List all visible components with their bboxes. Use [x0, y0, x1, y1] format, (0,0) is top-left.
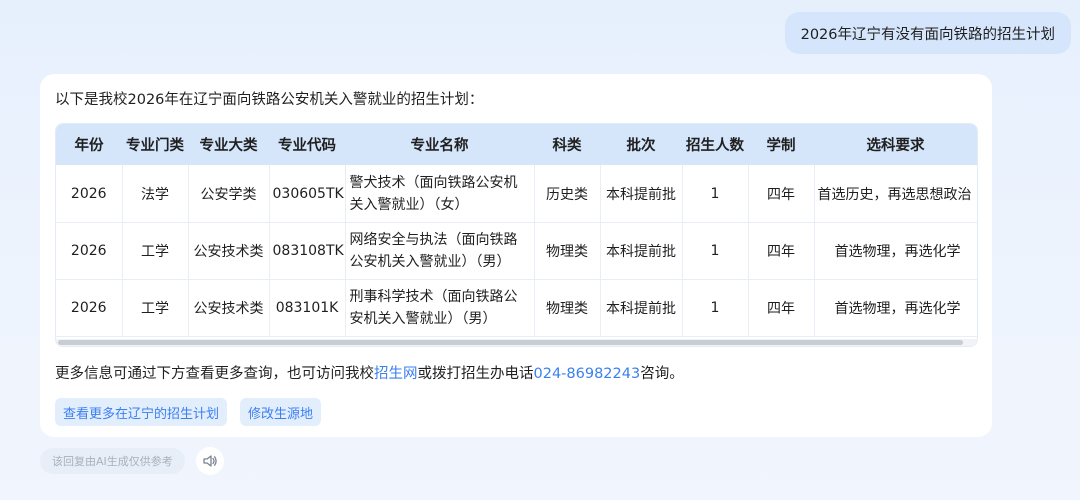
user-message-bubble: 2026年辽宁有没有面向铁路的招生计划	[784, 12, 1071, 54]
cell-major: 网络安全与执法（面向铁路公安机关入警就业）（男）	[345, 222, 535, 280]
cell-discipline: 工学	[122, 222, 189, 280]
header-subject-type: 科类	[534, 124, 600, 165]
table-row: 2026 工学 公安技术类 083101K 刑事科学技术（面向铁路公安机关入警就…	[56, 279, 977, 337]
cell-category: 公安技术类	[188, 222, 270, 280]
info-suffix: 咨询。	[640, 366, 684, 382]
change-origin-label: 修改生源地	[248, 406, 314, 422]
cell-year: 2026	[56, 279, 123, 337]
phone-link[interactable]: 024-86982243	[534, 366, 641, 382]
header-batch: 批次	[600, 124, 682, 165]
admissions-site-link[interactable]: 招生网	[374, 366, 418, 382]
header-category: 专业大类	[188, 124, 269, 165]
cell-code: 030605TK	[269, 165, 346, 223]
cell-major: 警犬技术（面向铁路公安机关入警就业）（女）	[345, 165, 535, 223]
ai-disclaimer-badge: 该回复由AI生成仅供参考	[40, 448, 185, 474]
table-row: 2026 法学 公安学类 030605TK 警犬技术（面向铁路公安机关入警就业）…	[56, 165, 977, 223]
read-aloud-button[interactable]	[196, 447, 224, 475]
cell-subject-req: 首选物理，再选化学	[814, 279, 977, 337]
cell-subject-type: 物理类	[534, 279, 601, 337]
header-year: 年份	[56, 124, 122, 165]
cell-quota: 1	[682, 279, 749, 337]
view-more-plans-label: 查看更多在辽宁的招生计划	[63, 406, 220, 422]
enrollment-table-container: 年份 专业门类 专业大类 专业代码 专业名称 科类 批次 招生人数 学制 选科要…	[55, 123, 978, 347]
header-subject-req: 选科要求	[814, 124, 977, 165]
cell-subject-type: 历史类	[534, 165, 601, 223]
cell-batch: 本科提前批	[600, 165, 683, 223]
enrollment-table: 年份 专业门类 专业大类 专业代码 专业名称 科类 批次 招生人数 学制 选科要…	[56, 124, 977, 337]
answer-card: 以下是我校2026年在辽宁面向铁路公安机关入警就业的招生计划： 年份 专业门类 …	[40, 74, 992, 437]
header-code: 专业代码	[269, 124, 345, 165]
answer-intro: 以下是我校2026年在辽宁面向铁路公安机关入警就业的招生计划：	[55, 92, 484, 108]
cell-subject-req: 首选物理，再选化学	[814, 222, 977, 280]
table-row: 2026 工学 公安技术类 083108TK 网络安全与执法（面向铁路公安机关入…	[56, 222, 977, 280]
cell-year: 2026	[56, 165, 123, 223]
cell-duration: 四年	[748, 222, 815, 280]
cell-category: 公安学类	[188, 165, 270, 223]
header-quota: 招生人数	[682, 124, 748, 165]
scrollbar-thumb[interactable]	[58, 340, 963, 345]
cell-duration: 四年	[748, 165, 815, 223]
header-duration: 学制	[748, 124, 814, 165]
cell-quota: 1	[682, 222, 749, 280]
info-middle: 或拨打招生办电话	[417, 366, 534, 382]
cell-discipline: 工学	[122, 279, 189, 337]
cell-code: 083101K	[269, 279, 346, 337]
cell-major: 刑事科学技术（面向铁路公安机关入警就业）（男）	[345, 279, 535, 337]
ai-disclaimer-text: 该回复由AI生成仅供参考	[52, 455, 173, 468]
cell-batch: 本科提前批	[600, 279, 683, 337]
cell-subject-type: 物理类	[534, 222, 601, 280]
cell-category: 公安技术类	[188, 279, 270, 337]
table-horizontal-scrollbar[interactable]	[56, 339, 977, 346]
user-message-text: 2026年辽宁有没有面向铁路的招生计划	[800, 26, 1055, 43]
header-major: 专业名称	[345, 124, 534, 165]
view-more-plans-button[interactable]: 查看更多在辽宁的招生计划	[55, 398, 228, 426]
cell-duration: 四年	[748, 279, 815, 337]
cell-batch: 本科提前批	[600, 222, 683, 280]
cell-code: 083108TK	[269, 222, 346, 280]
more-info-text: 更多信息可通过下方查看更多查询，也可访问我校招生网或拨打招生办电话024-869…	[55, 362, 684, 383]
header-discipline: 专业门类	[122, 124, 188, 165]
cell-subject-req: 首选历史，再选思想政治	[814, 165, 977, 223]
table-header-row: 年份 专业门类 专业大类 专业代码 专业名称 科类 批次 招生人数 学制 选科要…	[56, 124, 977, 165]
info-prefix: 更多信息可通过下方查看更多查询，也可访问我校	[55, 366, 374, 382]
cell-quota: 1	[682, 165, 749, 223]
cell-discipline: 法学	[122, 165, 189, 223]
change-origin-button[interactable]: 修改生源地	[240, 398, 322, 426]
speaker-icon	[203, 455, 217, 467]
cell-year: 2026	[56, 222, 123, 280]
